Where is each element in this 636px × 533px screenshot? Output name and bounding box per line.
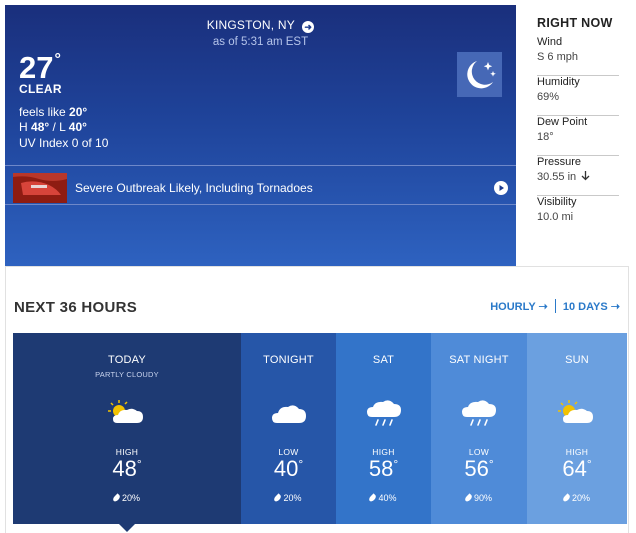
partly-cloudy-icon: [558, 400, 593, 423]
news-thumbnail[interactable]: [13, 173, 67, 203]
period-condition: PARTLY CLOUDY: [95, 370, 159, 379]
period-temp: 48°: [112, 456, 142, 481]
as-of-time: as of 5:31 am EST: [212, 36, 309, 48]
humidity-item: Humidity 69%: [537, 76, 619, 116]
rain-icon: [462, 400, 496, 426]
visibility-item: Visibility 10.0 mi: [537, 196, 619, 236]
forecast-col-today[interactable]: TODAY PARTLY CLOUDY HIGH 48° 20%: [13, 333, 241, 524]
period-precip: 20%: [241, 493, 336, 503]
dew-point-label: Dew Point: [537, 116, 588, 128]
forecast-col-sun[interactable]: SUN HIGH 64° 20%: [527, 333, 627, 524]
pressure-label: Pressure: [537, 156, 582, 168]
location-arrow-icon[interactable]: ➜: [302, 21, 315, 33]
news-headline[interactable]: Severe Outbreak Likely, Including Tornad…: [75, 181, 313, 195]
forecast-links: HOURLY ➝ 10 DAYS ➝: [490, 299, 620, 313]
period-precip: 40%: [336, 493, 431, 503]
period-temp: 56°: [464, 456, 494, 481]
raindrop-icon: [561, 493, 572, 503]
period-precip: 20%: [13, 493, 241, 503]
divider: [5, 204, 516, 205]
news-banner[interactable]: Severe Outbreak Likely, Including Tornad…: [5, 168, 516, 206]
high-low: H 48° / L 40°: [19, 120, 87, 134]
hourly-link[interactable]: HOURLY ➝: [490, 301, 548, 313]
period-temp: 40°: [273, 456, 304, 481]
current-condition: CLEAR: [19, 82, 62, 96]
clear-night-moon-icon: [457, 52, 502, 97]
period-precip: 20%: [527, 493, 627, 503]
forecast-col-sat-night[interactable]: SAT NIGHT LOW 56° 90%: [431, 333, 527, 524]
cloudy-icon: [271, 405, 306, 423]
period-temp: 58°: [368, 456, 399, 481]
period-name: SUN: [565, 354, 589, 366]
raindrop-icon: [273, 493, 283, 503]
location-row[interactable]: KINGSTON, NY ➜: [5, 18, 516, 33]
period-precip: 90%: [431, 493, 527, 503]
humidity-value: 69%: [537, 91, 560, 103]
period-name: TONIGHT: [263, 354, 314, 366]
ten-days-link[interactable]: 10 DAYS ➝: [563, 301, 620, 313]
forecast-col-sat[interactable]: SAT HIGH 58° 40%: [336, 333, 431, 524]
dew-point-value: 18°: [537, 131, 554, 143]
period-temp: 64°: [562, 456, 592, 481]
pressure-value: 30.55 in: [537, 171, 590, 183]
period-name: SAT NIGHT: [449, 354, 509, 366]
link-separator: [554, 299, 556, 313]
current-temperature: 27°: [19, 50, 61, 85]
raindrop-icon: [111, 493, 122, 503]
play-icon[interactable]: [494, 181, 508, 195]
forecast-columns: TODAY PARTLY CLOUDY HIGH 48° 20% TONIGHT: [13, 333, 627, 524]
weather-page: KINGSTON, NY ➜ as of 5:31 am EST 27° CLE…: [0, 0, 636, 533]
pressure-item: Pressure 30.55 in: [537, 156, 619, 196]
period-name: SAT: [372, 354, 395, 366]
wind-label: Wind: [537, 36, 563, 48]
current-conditions-panel: KINGSTON, NY ➜ as of 5:31 am EST 27° CLE…: [5, 5, 516, 266]
feels-like: feels like 20°: [19, 105, 88, 119]
arrow-down-icon: [581, 171, 590, 181]
location-name[interactable]: KINGSTON, NY: [207, 18, 295, 32]
humidity-label: Humidity: [537, 76, 580, 88]
dew-point-item: Dew Point 18°: [537, 116, 619, 156]
right-now-title: RIGHT NOW: [537, 16, 613, 30]
raindrop-icon: [463, 493, 474, 503]
next-36-title: NEXT 36 HOURS: [14, 299, 138, 316]
partly-cloudy-icon: [108, 400, 143, 423]
divider: [5, 165, 516, 166]
period-name: TODAY: [108, 354, 146, 366]
raindrop-icon: [368, 493, 378, 503]
next-36-hours-panel: NEXT 36 HOURS HOURLY ➝ 10 DAYS ➝ TODAY P…: [5, 266, 629, 533]
forecast-col-tonight[interactable]: TONIGHT LOW 40° 20%: [241, 333, 336, 524]
selected-period-pointer: [119, 524, 135, 532]
wind-value: S 6 mph: [537, 51, 578, 63]
visibility-label: Visibility: [537, 196, 577, 208]
rain-icon: [366, 400, 401, 426]
right-now-panel: RIGHT NOW Wind S 6 mph Humidity 69% Dew …: [528, 5, 628, 266]
visibility-value: 10.0 mi: [537, 211, 574, 223]
wind-item: Wind S 6 mph: [537, 36, 619, 76]
uv-index: UV Index 0 of 10: [19, 136, 109, 150]
